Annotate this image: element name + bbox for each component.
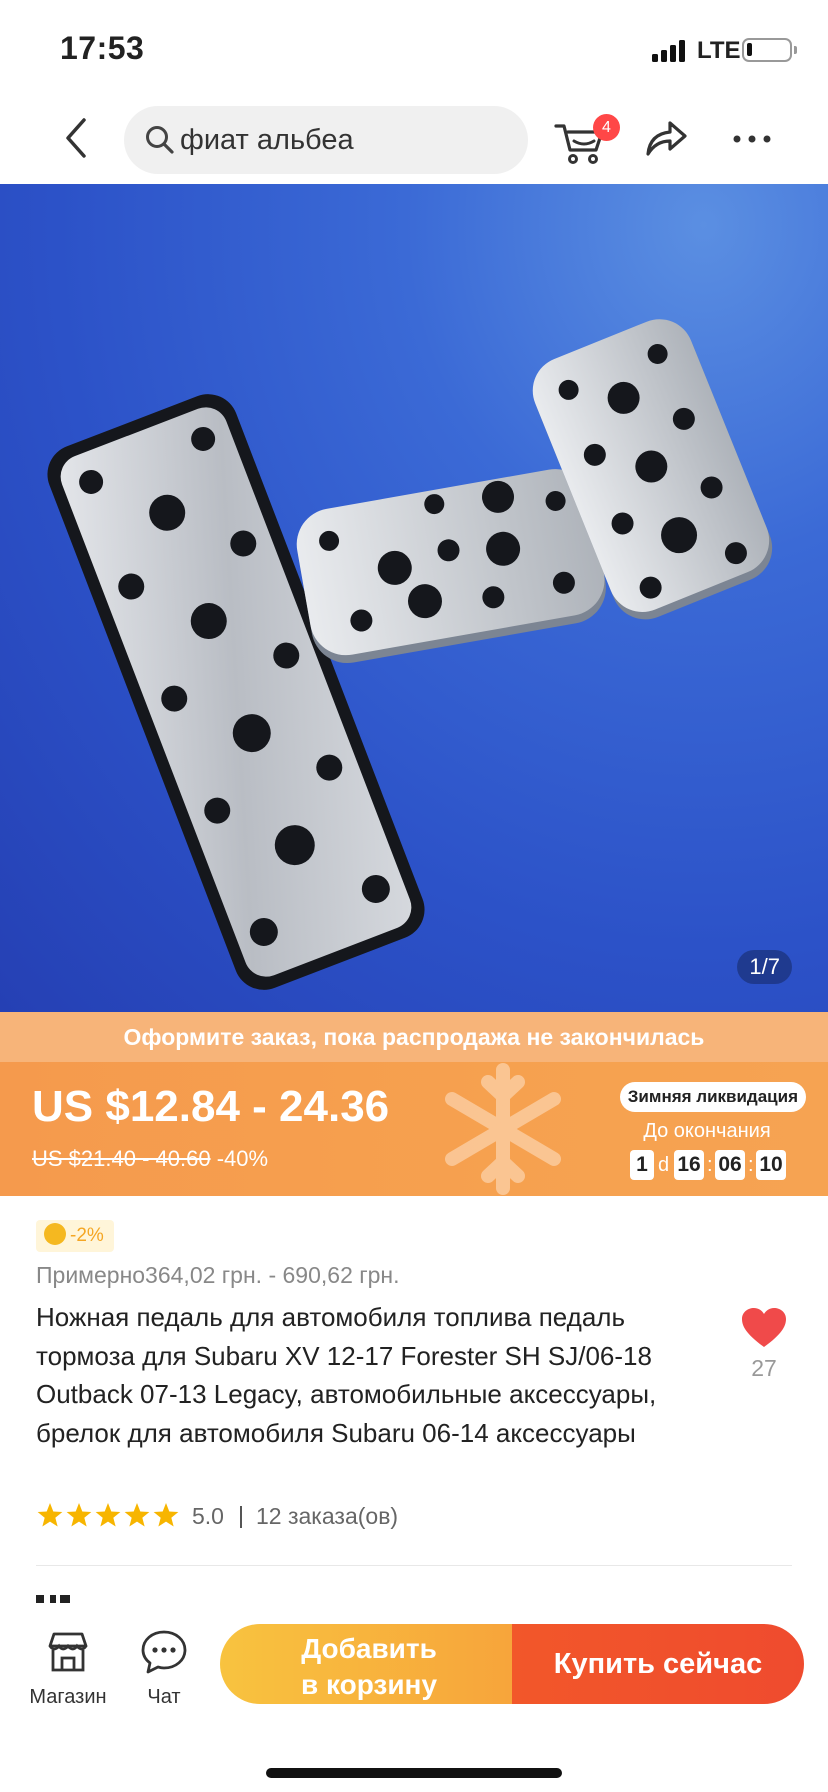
star-icon <box>95 1503 121 1527</box>
product-photo-pedals <box>47 319 773 990</box>
promo-banner: Оформите заказ, пока распродажа не закон… <box>0 1012 828 1062</box>
original-price-value: US $21.40 - 40.60 <box>32 1146 211 1171</box>
cellular-signal-icon <box>652 40 688 62</box>
store-label: Магазин <box>29 1686 107 1708</box>
image-counter: 1/7 <box>737 950 792 984</box>
rating-divider <box>240 1506 242 1528</box>
chat-button[interactable]: Чат <box>114 1622 214 1718</box>
add-to-cart-button[interactable]: Добавить в корзину <box>220 1624 518 1704</box>
countdown-label: До окончания <box>643 1120 771 1142</box>
chat-label: Чат <box>147 1686 181 1708</box>
star-icon <box>37 1503 63 1527</box>
countdown-sep: : <box>748 1154 754 1176</box>
buy-now-button[interactable]: Купить сейчас <box>512 1624 804 1704</box>
share-icon <box>646 121 687 156</box>
home-indicator <box>266 1768 562 1778</box>
product-image-gallery[interactable]: 1/7 <box>0 184 828 1012</box>
star-icon <box>124 1503 150 1527</box>
bottom-action-bar: Магазин Чат Добавить в корзину Купить се… <box>0 1604 828 1792</box>
original-price: US $21.40 - 40.60 -40% <box>32 1146 268 1172</box>
price-panel: US $12.84 - 24.36 US $21.40 - 40.60 -40%… <box>0 1062 828 1196</box>
share-button[interactable] <box>640 114 690 164</box>
countdown-days-unit: d <box>658 1154 670 1176</box>
add-to-cart-line1: Добавить <box>301 1632 437 1664</box>
heart-icon <box>742 1308 786 1347</box>
star-icon <box>153 1503 179 1527</box>
more-icon <box>733 135 771 143</box>
add-to-cart-line2: в корзину <box>300 1668 438 1700</box>
store-icon <box>48 1632 88 1672</box>
section-divider <box>36 1565 792 1566</box>
rating-value: 5.0 <box>192 1503 224 1529</box>
next-section-peek <box>36 1590 96 1603</box>
coin-discount-badge: -2% <box>36 1220 114 1252</box>
back-button[interactable] <box>56 110 96 166</box>
price-range: US $12.84 - 24.36 <box>32 1082 390 1131</box>
countdown-days: 1 <box>630 1150 654 1180</box>
countdown-hours: 16 <box>674 1150 704 1180</box>
battery-icon <box>742 38 797 62</box>
back-icon <box>66 118 86 158</box>
countdown-minutes: 06 <box>715 1150 745 1180</box>
coin-icon <box>44 1222 66 1245</box>
status-bar: 17:53 LTE <box>0 0 828 96</box>
countdown-sep: : <box>707 1154 713 1176</box>
store-button[interactable]: Магазин <box>18 1622 118 1718</box>
search-icon <box>146 126 174 154</box>
countdown-timer: 1 d 16 : 06 : 10 <box>630 1150 790 1180</box>
sale-event-badge: Зимняя ликвидация <box>619 1082 806 1112</box>
wishlist-count: 27 <box>751 1355 777 1381</box>
search-bar[interactable] <box>124 106 528 174</box>
status-time: 17:53 <box>60 30 145 66</box>
cart-count-badge: 4 <box>593 114 620 141</box>
coin-discount-value: -2% <box>70 1225 104 1246</box>
more-options-button[interactable] <box>732 122 772 156</box>
countdown-seconds: 10 <box>756 1150 786 1180</box>
chat-icon <box>141 1630 187 1674</box>
orders-count: 12 заказа(ов) <box>256 1503 399 1529</box>
top-nav: 4 <box>0 96 828 184</box>
product-title: Ножная педаль для автомобиля топлива пед… <box>36 1302 657 1448</box>
snowflake-icon <box>445 1063 561 1195</box>
star-icon <box>66 1503 92 1527</box>
rating-stars <box>37 1503 179 1527</box>
discount-percent: -40% <box>216 1146 269 1171</box>
search-input[interactable] <box>180 118 510 162</box>
approx-local-price: Примерно364,02 грн. - 690,62 грн. <box>36 1262 400 1288</box>
network-type: LTE <box>697 37 741 64</box>
